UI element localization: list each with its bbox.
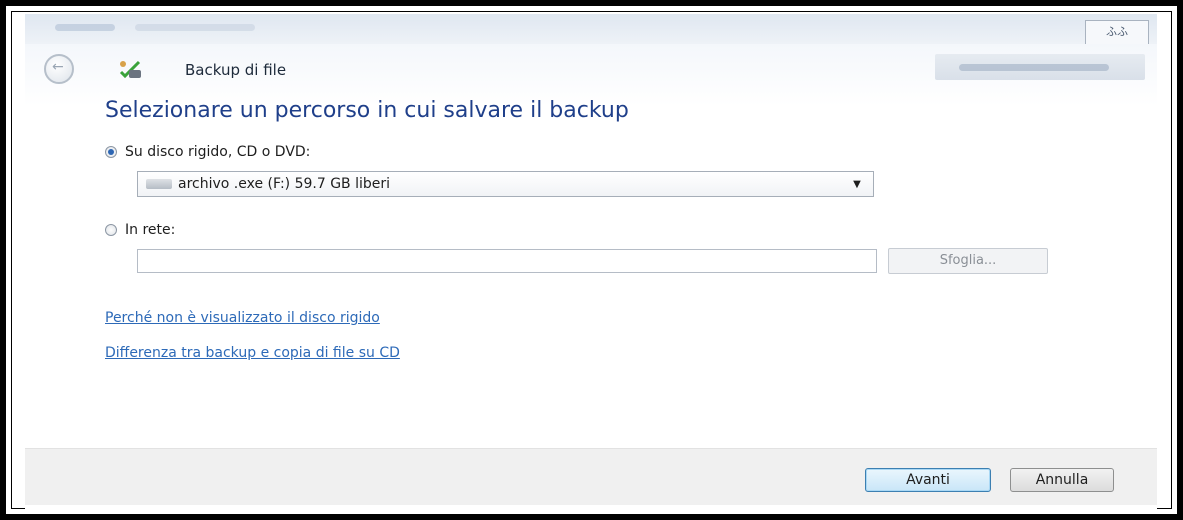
option-network-label: In rete: xyxy=(125,222,176,238)
cancel-button[interactable]: Annulla xyxy=(1010,468,1114,492)
backup-window: ふふ ← Backup di file Selezionare un perco… xyxy=(25,14,1157,509)
chevron-down-icon[interactable]: ▼ xyxy=(847,179,867,190)
footer-bar: Avanti Annulla xyxy=(25,448,1157,505)
link-backup-vs-copy[interactable]: Differenza tra backup e copia di file su… xyxy=(105,345,400,361)
blurred-search-text xyxy=(959,64,1109,71)
back-arrow-icon: ← xyxy=(52,59,64,75)
drive-select[interactable]: archivo .exe (F:) 59.7 GB liberi ▼ xyxy=(137,171,874,197)
drive-select-value: archivo .exe (F:) 59.7 GB liberi xyxy=(178,176,391,192)
option-local-disk-label: Su disco rigido, CD o DVD: xyxy=(125,144,311,160)
radio-local-disk[interactable] xyxy=(105,146,117,158)
backup-icon xyxy=(119,60,141,79)
browse-button[interactable]: Sfoglia... xyxy=(888,248,1048,274)
radio-network[interactable] xyxy=(105,224,117,236)
next-button[interactable]: Avanti xyxy=(865,468,991,492)
window-top-bar: ふふ xyxy=(25,14,1157,45)
search-box[interactable] xyxy=(935,54,1145,80)
restore-button[interactable]: ふふ xyxy=(1085,20,1149,45)
window-title: Backup di file xyxy=(185,61,287,79)
option-network[interactable]: In rete: xyxy=(105,222,175,238)
blurred-text xyxy=(55,24,115,31)
back-button[interactable]: ← xyxy=(44,54,74,84)
option-local-disk[interactable]: Su disco rigido, CD o DVD: xyxy=(105,144,310,160)
network-path-input[interactable] xyxy=(137,249,877,273)
link-why-no-disk[interactable]: Perché non è visualizzato il disco rigid… xyxy=(105,310,380,326)
page-heading: Selezionare un percorso in cui salvare i… xyxy=(105,98,629,123)
blurred-text xyxy=(135,24,255,31)
drive-icon xyxy=(146,179,172,189)
header-bar: ← Backup di file xyxy=(25,44,1157,106)
